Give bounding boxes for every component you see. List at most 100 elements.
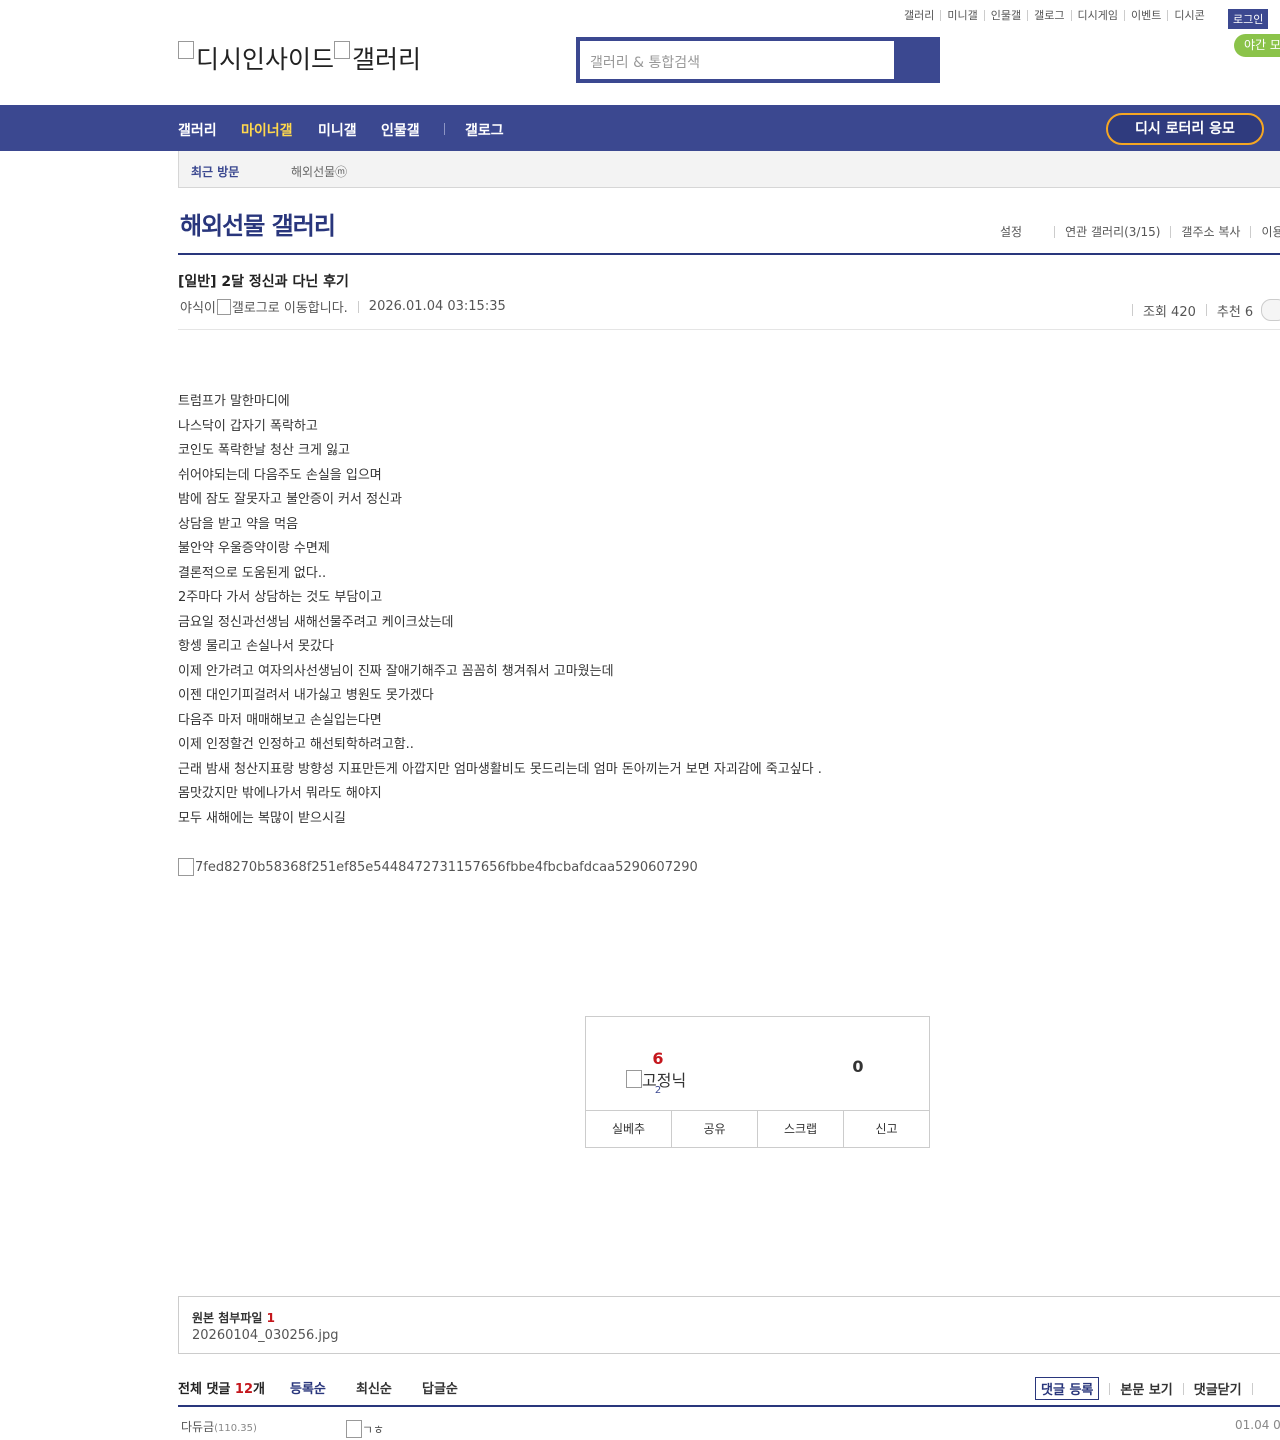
post-header-divider — [178, 329, 1280, 330]
post-body-line: 다음주 마저 매매해보고 손실입는다면 — [178, 712, 382, 728]
nav-minorgall[interactable]: 마이너갤 — [241, 120, 293, 140]
usage-guide-link[interactable]: 이용 안내 — [1250, 226, 1280, 238]
post-stats: 조회 420 추천 6 — [1122, 299, 1280, 321]
gallery-settings-link[interactable]: 설정 — [1000, 226, 1054, 238]
gallery-menu: 설정 연관 갤러리(3/15) 갤주소 복사 이용 안내 — [1000, 226, 1280, 238]
comment-author[interactable]: 다듀금(110.35) — [181, 1418, 257, 1435]
post-body-line: 몸맛갔지만 밖에나가서 뭐라도 해야지 — [178, 786, 382, 801]
post-image[interactable]: 7fed8270b58368f251ef85e5448472731157656f… — [178, 858, 698, 876]
post-body-line: 금요일 정신과선생님 새해선물주려고 케이크샀는데 — [178, 614, 454, 630]
post-recommends: 추천 6 — [1216, 304, 1254, 320]
nav-gallog[interactable]: 갤로그 — [465, 120, 504, 140]
attachment-count: 1 — [266, 1311, 275, 1325]
comment-date: 01.04 03: — [1235, 1418, 1280, 1432]
search-bar: 갤러리 & 통합검색 — [576, 37, 940, 83]
post-more-button[interactable] — [1261, 299, 1280, 321]
nav-persongall[interactable]: 인물갤 — [381, 120, 420, 140]
recent-visit-label[interactable]: 최근 방문 — [191, 163, 239, 180]
top-link-minigall[interactable]: 미니갤 — [940, 10, 983, 21]
fixed-nick-count: 2 — [654, 1085, 662, 1096]
post-body-line: 근래 밤새 청산지표랑 방향성 지표만든게 아깝지만 엄마생활비도 못드리는데 … — [178, 761, 822, 777]
best-recommend-button[interactable]: 실베추 — [586, 1111, 671, 1148]
attachment-label: 원본 첨부파일 1 — [192, 1309, 275, 1326]
divider — [1205, 304, 1207, 316]
post-body: 트럼프가 말한마디에 나스닥이 갑자기 폭락하고 코인도 폭락한날 청산 크게 … — [178, 390, 822, 831]
comment-nick: 다듀금 — [181, 1420, 215, 1434]
attachment-file-link[interactable]: 20260104_030256.jpg — [192, 1328, 339, 1343]
recommend-actions: 실베추 공유 스크랩 신고 — [586, 1110, 929, 1148]
recommend-down-count: 0 — [852, 1057, 864, 1076]
comment-actions: 댓글 등록 본문 보기 댓글닫기 — [1035, 1377, 1263, 1400]
post-body-line: 항셍 물리고 손실나서 못갔다 — [178, 639, 334, 654]
post-body-line: 이제 안가려고 여자의사선생님이 진짜 잘애기해주고 꼼꼼히 챙겨줘서 고마웠는… — [178, 663, 614, 679]
view-body-button[interactable]: 본문 보기 — [1120, 1379, 1172, 1398]
post-body-line: 나스닥이 갑자기 폭락하고 — [178, 418, 318, 434]
post-body-line: 모두 새해에는 복많이 받으시길 — [178, 810, 346, 826]
comment-ip: (110.35) — [214, 1423, 257, 1434]
broken-image-icon — [216, 298, 231, 315]
top-link-event[interactable]: 이벤트 — [1123, 10, 1167, 21]
comment-image[interactable]: ㄱㅎ — [346, 1420, 384, 1438]
broken-image-icon — [178, 41, 194, 59]
sort-registered[interactable]: 등록순 — [290, 1378, 326, 1397]
recommend-up-count: 6 — [652, 1049, 664, 1068]
post-body-line: 결론적으로 도움된게 없다.. — [178, 565, 327, 581]
nav-minigall[interactable]: 미니갤 — [318, 120, 357, 140]
divider — [1132, 304, 1133, 316]
report-button[interactable]: 신고 — [843, 1111, 929, 1148]
gallery-title[interactable]: 해외선물 갤러리 — [180, 206, 336, 241]
sort-latest[interactable]: 최신순 — [356, 1378, 392, 1397]
recent-visit-bar: 최근 방문 해외선물ⓜ — [178, 151, 1280, 188]
post-author[interactable]: 야식이 — [180, 297, 216, 316]
post-body-line: 이젠 대인기피걸려서 내가싫고 병원도 못가겠다 — [178, 688, 434, 703]
top-link-dccon[interactable]: 디시콘 — [1167, 10, 1210, 21]
post-body-line: 상담을 받고 약을 먹음 — [178, 516, 299, 532]
divider — [1251, 1382, 1253, 1395]
broken-image-icon — [334, 41, 351, 59]
comment-register-button[interactable]: 댓글 등록 — [1035, 1377, 1100, 1400]
lottery-button[interactable]: 디시 로터리 응모 — [1106, 113, 1264, 145]
post-body-line: 쉬어야되는데 다음주도 손실을 입으며 — [178, 467, 382, 483]
logo-site-alt: 디시인사이드 — [196, 45, 335, 74]
divider — [1109, 1382, 1111, 1395]
search-button[interactable] — [894, 37, 940, 83]
top-link-gallog[interactable]: 갤로그 — [1027, 10, 1070, 21]
recent-visit-gallery[interactable]: 해외선물ⓜ — [291, 163, 347, 180]
scrap-button[interactable]: 스크랩 — [757, 1111, 843, 1148]
comment-count: 12 — [234, 1382, 253, 1397]
main-nav: 갤러리 마이너갤 미니갤 인물갤 갤로그 디시 로터리 응모 — [0, 105, 1280, 151]
gallog-link[interactable]: 갤로그로 이동합니다. — [216, 297, 348, 316]
share-button[interactable]: 공유 — [671, 1111, 757, 1148]
login-button[interactable]: 로그인 — [1228, 9, 1269, 29]
close-comments-button[interactable]: 댓글닫기 — [1194, 1379, 1242, 1398]
sort-replies[interactable]: 답글순 — [422, 1378, 458, 1397]
post-body-line: 밤에 잠도 잘못자고 불안증이 커서 정신과 — [178, 492, 402, 507]
divider — [357, 300, 359, 313]
related-gallery-link[interactable]: 연관 갤러리(3/15) — [1054, 226, 1170, 238]
search-input[interactable]: 갤러리 & 통합검색 — [580, 41, 894, 79]
top-link-persongall[interactable]: 인물갤 — [983, 10, 1027, 21]
comment-total: 전체 댓글 12개 — [178, 1378, 265, 1397]
site-logo[interactable]: 디시인사이드 갤러리 — [178, 40, 421, 76]
post-meta: 야식이 갤로그로 이동합니다. 2026.01.04 03:15:35 — [180, 297, 506, 316]
post-views: 조회 420 — [1143, 304, 1196, 320]
top-utility-links: 갤러리 미니갤 인물갤 갤로그 디시게임 이벤트 디시콘 — [898, 10, 1211, 21]
copy-gallery-url-link[interactable]: 갤주소 복사 — [1170, 226, 1250, 238]
post-body-line: 불안약 우울증약이랑 수면제 — [178, 541, 330, 556]
post-body-line: 코인도 폭락한날 청산 크게 잃고 — [178, 443, 351, 458]
nav-divider — [444, 123, 445, 135]
recommend-box: 6 고정닉 2 0 실베추 공유 스크랩 신고 — [585, 1016, 930, 1148]
broken-image-icon — [178, 858, 194, 876]
post-body-line: 2주마다 가서 상담하는 것도 부담이고 — [178, 590, 383, 605]
night-mode-button[interactable]: 야간 모드 — [1234, 34, 1280, 57]
gallery-title-divider — [178, 253, 1280, 255]
attachment-label-text: 원본 첨부파일 — [192, 1311, 263, 1325]
top-link-dcgame[interactable]: 디시게임 — [1070, 10, 1124, 21]
comment-total-suffix: 개 — [253, 1382, 265, 1397]
top-link-gallery[interactable]: 갤러리 — [898, 10, 940, 21]
attachment-box: 원본 첨부파일 1 20260104_030256.jpg — [178, 1296, 1280, 1354]
comment-header-divider — [178, 1405, 1280, 1407]
nav-gallery[interactable]: 갤러리 — [178, 120, 217, 140]
comment-total-label: 전체 댓글 — [178, 1382, 231, 1397]
search-placeholder: 갤러리 & 통합검색 — [590, 55, 700, 71]
